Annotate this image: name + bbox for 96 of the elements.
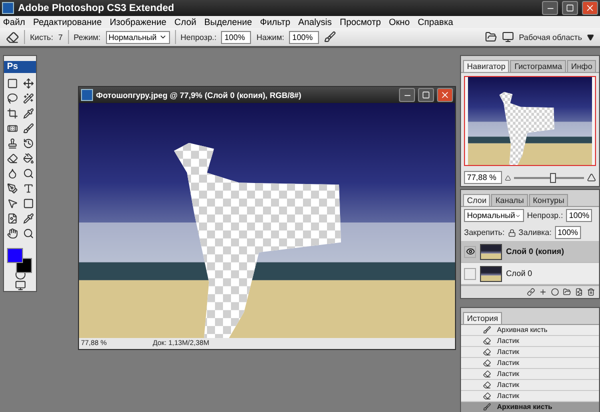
eraser-icon — [483, 359, 491, 367]
panel-tab[interactable]: Слои — [463, 194, 490, 206]
layer-row[interactable]: Слой 0 (копия) — [461, 241, 599, 263]
brush-label: Кисть: — [30, 32, 54, 42]
history-brush-icon[interactable] — [21, 136, 35, 150]
zoom-icon[interactable] — [21, 226, 35, 240]
layer-name: Слой 0 — [506, 269, 532, 278]
screen-mode-icon[interactable] — [13, 280, 27, 291]
visibility-toggle[interactable] — [464, 246, 476, 258]
link-icon[interactable] — [527, 288, 535, 296]
panel-tab[interactable]: Контуры — [528, 194, 568, 206]
eraser-icon — [483, 392, 491, 400]
menu-item[interactable]: Окно — [388, 17, 410, 27]
mode-dropdown[interactable]: Нормальный — [106, 30, 170, 44]
panel-tab[interactable]: История — [463, 312, 502, 324]
folder-icon[interactable] — [563, 288, 571, 296]
eraser-icon — [483, 337, 491, 345]
window-title: Adobe Photoshop CS3 Extended — [18, 2, 176, 14]
screen-icon[interactable] — [502, 31, 514, 43]
mode-label: Режим: — [74, 32, 101, 42]
lasso-icon[interactable] — [5, 92, 19, 105]
panel-tab[interactable]: Навигатор — [463, 60, 510, 72]
menu-item[interactable]: Слой — [174, 17, 196, 27]
eyedropper-icon[interactable] — [21, 212, 35, 225]
close-icon — [440, 90, 450, 100]
brush-icon — [483, 326, 491, 334]
caret-icon — [587, 34, 594, 40]
opacity-field[interactable]: 100% — [566, 209, 592, 222]
app-logo: Ps — [4, 61, 36, 73]
layer-row[interactable]: Слой 0 — [461, 263, 599, 285]
menu-item[interactable]: Файл — [3, 17, 26, 27]
eraser-tool-icon[interactable] — [6, 30, 19, 44]
menu-item[interactable]: Выделение — [204, 17, 252, 27]
layer-thumbnail — [480, 244, 502, 260]
lock-icon[interactable] — [508, 228, 516, 236]
fill-label: Заливка: — [518, 228, 552, 237]
menu-item[interactable]: Редактирование — [33, 17, 102, 27]
eraser-icon — [483, 370, 491, 378]
flow-field[interactable]: 100% — [289, 30, 320, 44]
minimize-button[interactable] — [399, 88, 415, 102]
marquee-icon[interactable] — [5, 76, 19, 90]
flow-label: Нажим: — [256, 32, 284, 42]
move-icon[interactable] — [21, 76, 35, 90]
workspace-menu[interactable]: Рабочая область — [518, 32, 582, 42]
visibility-toggle[interactable] — [464, 268, 476, 280]
close-button[interactable] — [582, 1, 598, 15]
zoom-field[interactable]: 77,88 % — [464, 171, 502, 184]
trash-icon[interactable] — [587, 288, 595, 296]
shape-icon[interactable] — [21, 196, 35, 210]
chevron-icon — [158, 33, 167, 41]
document-title: Фотошопгуру.jpeg @ 77,9% (Слой 0 (копия), RGB/8#) — [96, 90, 302, 100]
eraser-icon[interactable] — [5, 152, 19, 165]
brush-icon — [483, 403, 491, 411]
paint-bucket-icon[interactable] — [21, 152, 35, 165]
new-layer-icon[interactable] — [575, 288, 583, 296]
plus-icon[interactable] — [539, 288, 547, 296]
document-icon — [81, 89, 93, 101]
panel-tab[interactable]: Гистограмма — [510, 60, 566, 72]
eraser-icon — [483, 381, 491, 389]
panel-tab[interactable]: Каналы — [491, 194, 528, 206]
minimize-button[interactable] — [542, 1, 558, 15]
fill-field[interactable]: 100% — [554, 226, 581, 239]
opacity-label: Непрозр.: — [180, 32, 216, 42]
maximize-button[interactable] — [562, 1, 578, 15]
opacity-label: Непрозр.: — [527, 211, 563, 220]
menu-item[interactable]: Analysis — [298, 17, 332, 27]
folder-icon[interactable] — [484, 31, 497, 43]
menu-item[interactable]: Фильтр — [260, 17, 290, 27]
maximize-icon — [566, 4, 574, 12]
panel-tab[interactable]: Инфо — [567, 60, 596, 72]
brush-icon[interactable] — [21, 122, 35, 135]
menu-item[interactable]: Справка — [418, 17, 454, 27]
wand-icon[interactable] — [21, 92, 35, 105]
eye-icon — [466, 247, 474, 256]
menu-item[interactable]: Изображение — [110, 17, 166, 27]
app-logo-icon — [2, 2, 14, 14]
slider-thumb[interactable] — [550, 172, 556, 182]
hand-icon[interactable] — [5, 226, 19, 240]
crop-icon[interactable] — [5, 106, 19, 120]
eraser-icon — [483, 348, 491, 356]
maximize-icon — [422, 91, 430, 99]
close-button[interactable] — [437, 88, 453, 102]
brush-size[interactable]: 7 — [58, 32, 63, 42]
eyedropper-icon[interactable] — [21, 106, 35, 120]
pen-icon[interactable] — [5, 182, 19, 195]
blend-mode-dropdown[interactable]: Нормальный — [464, 209, 524, 222]
circle-icon[interactable] — [551, 288, 559, 296]
airbrush-icon[interactable] — [324, 31, 336, 43]
opacity-field[interactable]: 100% — [221, 30, 252, 44]
close-icon — [585, 3, 595, 13]
lock-label: Закрепить: — [464, 228, 505, 237]
layer-name: Слой 0 (копия) — [506, 247, 564, 256]
search-icon[interactable] — [21, 166, 35, 180]
layer-thumbnail — [480, 266, 502, 282]
maximize-button[interactable] — [418, 88, 434, 102]
menu-item[interactable]: Просмотр — [340, 17, 381, 27]
